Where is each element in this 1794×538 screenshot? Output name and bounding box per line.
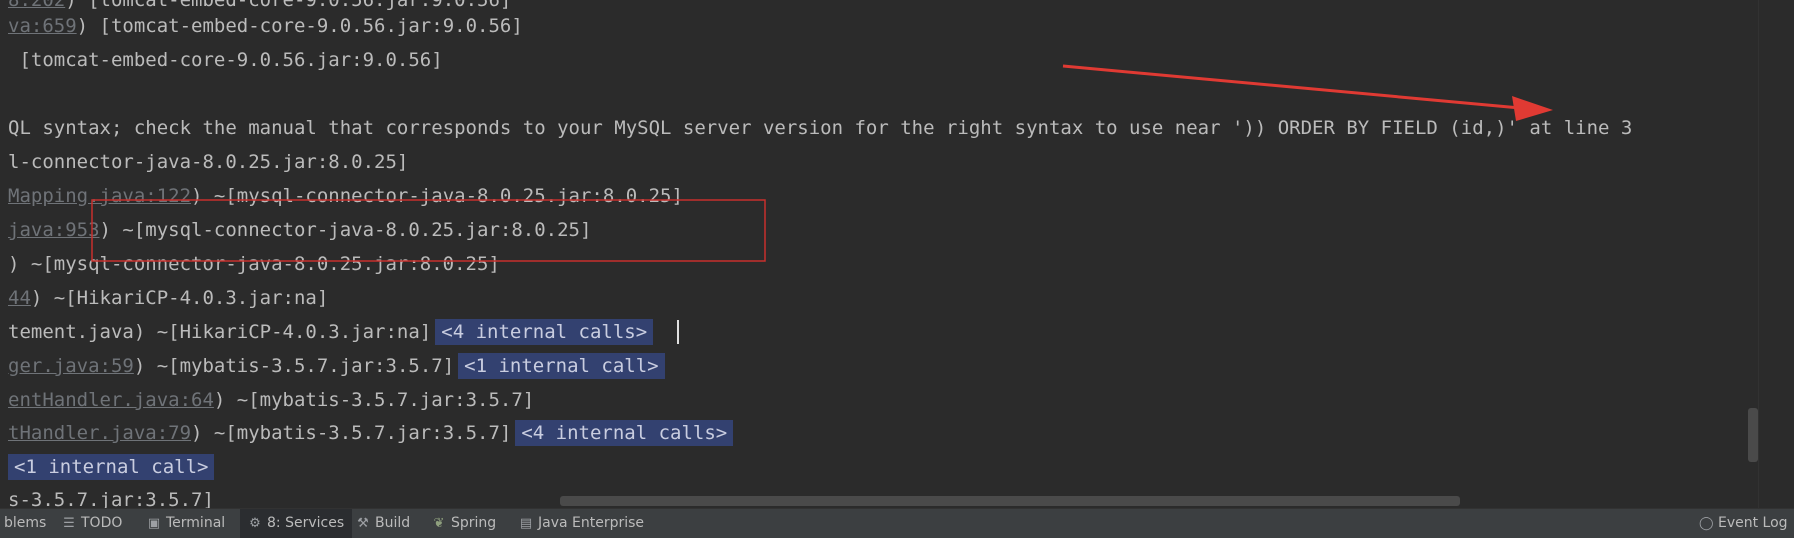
console-line: va:659) [tomcat-embed-core-9.0.56.jar:9.… xyxy=(8,15,523,37)
build-hammer-icon: ⚒ xyxy=(357,515,369,531)
horizontal-scrollbar-thumb[interactable] xyxy=(560,496,1460,506)
internal-calls-fold[interactable]: <1 internal call> xyxy=(8,454,215,480)
console-line: java:953) ~[mysql-connector-java-8.0.25.… xyxy=(8,219,592,241)
console-line-error-message: QL syntax; check the manual that corresp… xyxy=(8,117,1633,139)
tool-window-label: 8: Services xyxy=(267,515,345,531)
tool-window-terminal[interactable]: ▣ Terminal xyxy=(147,509,225,538)
console-line: 44) ~[HikariCP-4.0.3.jar:na] xyxy=(8,287,329,309)
tool-window-label: Terminal xyxy=(166,515,226,531)
source-link[interactable]: ger.java:59 xyxy=(8,355,134,377)
source-link[interactable]: va:659 xyxy=(8,15,77,37)
source-link[interactable]: 44 xyxy=(8,287,31,309)
source-link[interactable]: Mapping.java:122 xyxy=(8,185,191,207)
console-line: ger.java:59) ~[mybatis-3.5.7.jar:3.5.7] <… xyxy=(8,353,665,379)
console-line: tHandler.java:79) ~[mybatis-3.5.7.jar:3.… xyxy=(8,420,734,446)
run-console-output[interactable]: 8:202) [tomcat-embed-core-9.0.56.jar:9.0… xyxy=(0,0,1758,508)
vertical-scrollbar-thumb[interactable] xyxy=(1748,408,1758,462)
red-arrow-icon xyxy=(1062,64,1521,110)
tool-window-label: blems xyxy=(4,515,47,531)
console-line: ) ~[mysql-connector-java-8.0.25.jar:8.0.… xyxy=(8,253,500,275)
console-line: 8:202) [tomcat-embed-core-9.0.56.jar:9.0… xyxy=(8,0,511,12)
source-link[interactable]: entHandler.java:64 xyxy=(8,389,214,411)
services-icon: ⚙ xyxy=(249,515,261,531)
console-line: <1 internal call> xyxy=(8,454,215,480)
console-line: l-connector-java-8.0.25.jar:8.0.25] xyxy=(8,151,409,173)
terminal-icon: ▣ xyxy=(147,515,161,531)
tool-window-java-enterprise[interactable]: ▤ Java Enterprise xyxy=(519,509,644,538)
source-link[interactable]: 8:202 xyxy=(8,0,65,11)
console-line: entHandler.java:64) ~[mybatis-3.5.7.jar:… xyxy=(8,389,535,411)
tool-window-label: Spring xyxy=(451,515,497,531)
console-line: Mapping.java:122) ~[mysql-connector-java… xyxy=(8,185,683,207)
java-enterprise-icon: ▤ xyxy=(519,515,533,531)
spring-leaf-icon: ❦ xyxy=(433,515,445,531)
text-caret xyxy=(677,320,679,344)
tool-window-label: Event Log xyxy=(1718,515,1788,531)
tool-window-spring[interactable]: ❦ Spring xyxy=(432,509,497,538)
tool-window-label: TODO xyxy=(81,515,123,531)
tool-window-services[interactable]: ⚙ 8: Services xyxy=(240,509,353,538)
internal-calls-fold[interactable]: <4 internal calls> xyxy=(515,420,734,446)
internal-calls-fold[interactable]: <1 internal call> xyxy=(458,353,665,379)
event-log-icon: ◯ xyxy=(1699,515,1714,531)
console-line: s-3.5.7.jar:3.5.7] xyxy=(8,489,214,508)
console-line: tement.java) ~[HikariCP-4.0.3.jar:na] <4 … xyxy=(8,319,654,345)
todo-list-icon: ☰ xyxy=(63,515,75,531)
tool-window-todo[interactable]: ☰ TODO xyxy=(62,509,122,538)
event-log-button[interactable]: ◯ Event Log xyxy=(1699,509,1788,538)
internal-calls-fold[interactable]: <4 internal calls> xyxy=(435,319,654,345)
tool-window-bar: blems ☰ TODO ▣ Terminal ⚙ 8: Services ⚒ … xyxy=(0,508,1794,538)
tool-window-label: Build xyxy=(375,515,411,531)
tool-window-label: Java Enterprise xyxy=(538,515,645,531)
source-link[interactable]: java:953 xyxy=(8,219,100,241)
right-tool-gutter xyxy=(1758,0,1794,508)
console-line: [tomcat-embed-core-9.0.56.jar:9.0.56] xyxy=(8,49,443,71)
source-link[interactable]: tHandler.java:79 xyxy=(8,422,191,444)
tool-window-build[interactable]: ⚒ Build xyxy=(356,509,410,538)
tool-window-problems[interactable]: blems xyxy=(4,509,46,538)
